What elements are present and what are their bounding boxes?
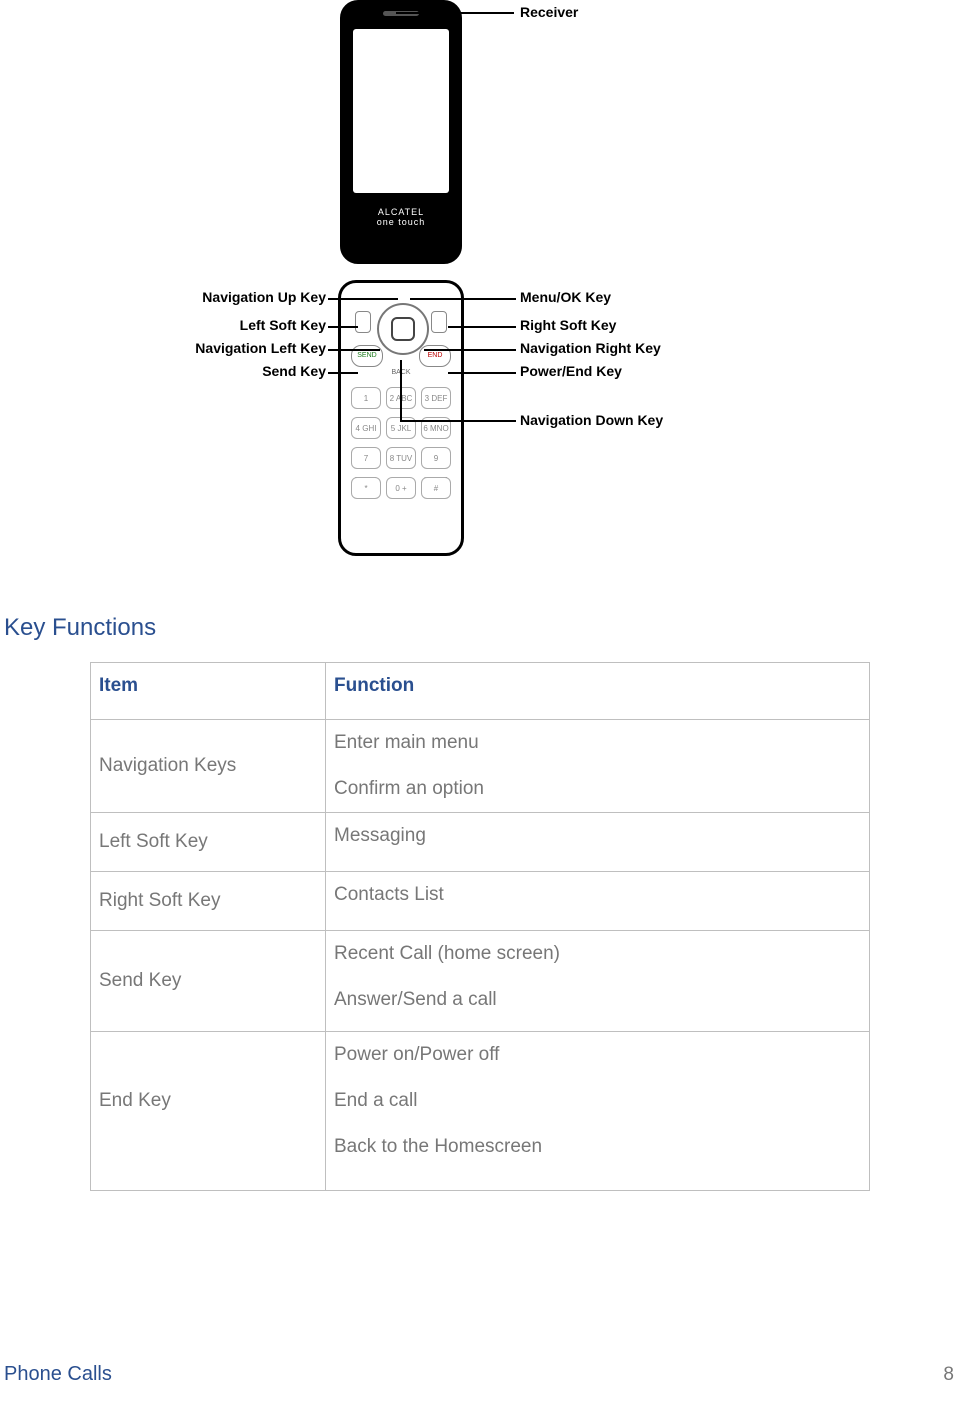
callout-line (328, 326, 358, 328)
footer-page-number: 8 (943, 1364, 954, 1386)
table-row: Left Soft Key Messaging (91, 813, 870, 872)
table-cell-item: Left Soft Key (91, 813, 326, 872)
table-row: Right Soft Key Contacts List (91, 872, 870, 931)
table-row: Send Key Recent Call (home screen) Answe… (91, 931, 870, 1032)
keypad-key: 3 DEF (421, 387, 451, 409)
callout-line (396, 12, 514, 14)
callout-line (410, 298, 516, 300)
left-soft-key-icon (355, 311, 371, 333)
function-line: Contacts List (334, 882, 861, 920)
callout-receiver: Receiver (520, 4, 578, 20)
keypad-key: # (421, 477, 451, 499)
key-functions-table: Item Function Navigation Keys Enter main… (90, 662, 870, 1191)
phone-screen (353, 29, 449, 193)
brand-line-2: one touch (343, 217, 459, 227)
phone-diagram: ALCATEL one touch SEND END BACK 1 2 ABC … (0, 0, 972, 600)
callout-nav-right: Navigation Right Key (520, 340, 661, 356)
keypad-key: 9 WXYZ (421, 447, 451, 469)
callout-line (328, 298, 398, 300)
section-heading: Key Functions (4, 614, 156, 642)
callout-power-end: Power/End Key (520, 363, 622, 379)
callout-line (448, 372, 516, 374)
callout-line (400, 360, 402, 420)
callout-nav-down: Navigation Down Key (520, 412, 663, 428)
callout-line (424, 349, 516, 351)
keypad-key: 1 (351, 387, 381, 409)
function-line: Answer/Send a call (334, 987, 861, 1021)
table-header-row: Item Function (91, 663, 870, 720)
callout-line (448, 326, 516, 328)
callout-line (328, 349, 380, 351)
table-cell-function: Recent Call (home screen) Answer/Send a … (326, 931, 870, 1032)
table-cell-item: Send Key (91, 931, 326, 1032)
callout-line (400, 420, 516, 422)
function-line: Recent Call (home screen) (334, 941, 861, 967)
keypad-key: 0 + (386, 477, 416, 499)
callout-line (328, 372, 358, 374)
callout-left-soft: Left Soft Key (176, 317, 326, 333)
keypad-key: * (351, 477, 381, 499)
function-line: Confirm an option (334, 776, 861, 802)
right-soft-key-icon (431, 311, 447, 333)
function-line: Back to the Homescreen (334, 1134, 861, 1160)
keypad-key: 4 GHI (351, 417, 381, 439)
keypad-key: 8 TUV (386, 447, 416, 469)
brand-line-1: ALCATEL (343, 207, 459, 217)
keypad-key: 7 PQRS (351, 447, 381, 469)
callout-nav-up: Navigation Up Key (176, 289, 326, 305)
table-cell-item: Navigation Keys (91, 720, 326, 813)
table-cell-item: Right Soft Key (91, 872, 326, 931)
document-page: ALCATEL one touch SEND END BACK 1 2 ABC … (0, 0, 972, 1404)
table-cell-item: End Key (91, 1032, 326, 1191)
table-row: Navigation Keys Enter main menu Confirm … (91, 720, 870, 813)
phone-upper-half: ALCATEL one touch (340, 0, 462, 264)
table-cell-function: Messaging (326, 813, 870, 872)
callout-send: Send Key (176, 363, 326, 379)
table-cell-function: Enter main menu Confirm an option (326, 720, 870, 813)
table-header-function: Function (326, 663, 870, 720)
function-line: Enter main menu (334, 730, 861, 756)
phone-brand: ALCATEL one touch (343, 207, 459, 227)
table-cell-function: Contacts List (326, 872, 870, 931)
table-cell-function: Power on/Power off End a call Back to th… (326, 1032, 870, 1191)
ok-button-icon (391, 317, 415, 341)
function-line: Messaging (334, 823, 861, 861)
table-row: End Key Power on/Power off End a call Ba… (91, 1032, 870, 1191)
function-line: End a call (334, 1088, 861, 1114)
table-header-item: Item (91, 663, 326, 720)
footer-section-name: Phone Calls (4, 1363, 112, 1386)
callout-nav-left: Navigation Left Key (176, 340, 326, 356)
callout-right-soft: Right Soft Key (520, 317, 616, 333)
callout-menu-ok: Menu/OK Key (520, 289, 611, 305)
function-line: Power on/Power off (334, 1042, 861, 1068)
